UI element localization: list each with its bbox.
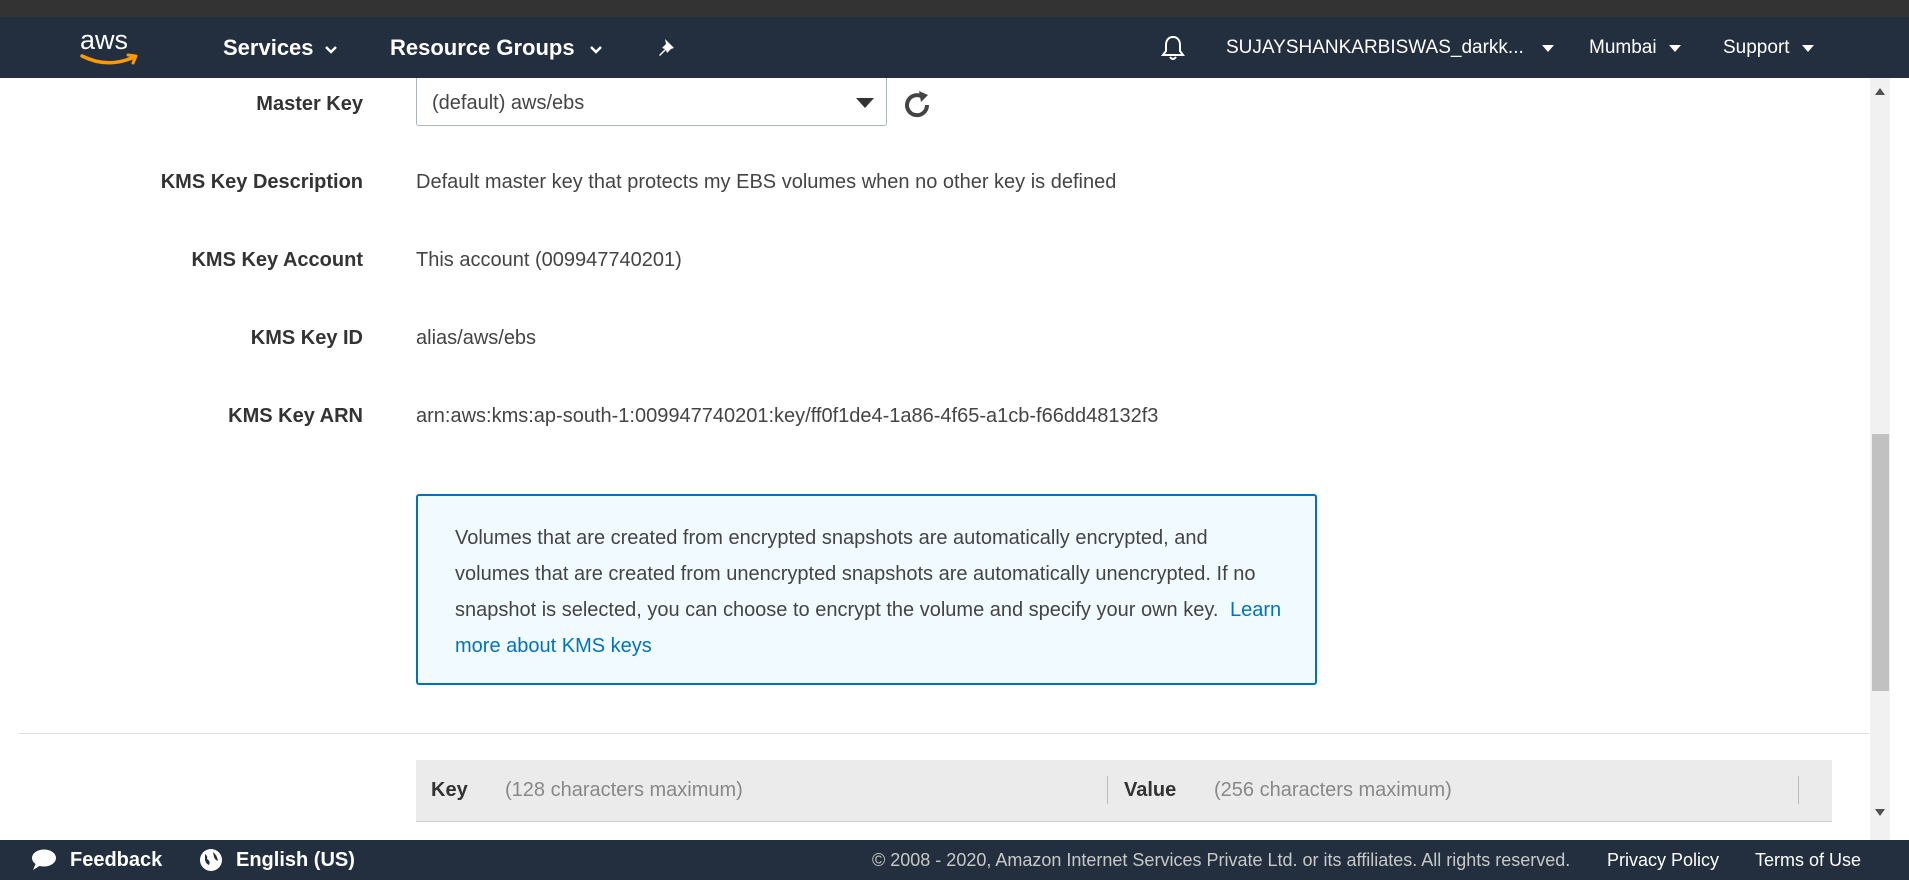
caret-down-icon: [1668, 37, 1681, 59]
kms-id-label: KMS Key ID: [250, 327, 363, 349]
feedback-button[interactable]: Feedback: [30, 840, 162, 880]
vertical-scrollbar[interactable]: [1870, 78, 1890, 840]
kms-account-value: This account (009947740201): [416, 249, 682, 271]
kms-info-box: Volumes that are created from encrypted …: [416, 494, 1317, 685]
aws-logo[interactable]: aws: [78, 25, 144, 71]
resource-groups-menu[interactable]: Resource Groups: [390, 17, 603, 78]
kms-description-label: KMS Key Description: [160, 171, 363, 193]
caret-down-icon: [856, 98, 874, 108]
services-label: Services: [223, 34, 314, 60]
globe-icon: [198, 847, 224, 873]
caret-down-icon: [1801, 37, 1814, 59]
language-label: English (US): [236, 848, 355, 871]
scroll-up-arrow-icon[interactable]: [1875, 88, 1885, 95]
kms-arn-value: arn:aws:kms:ap-south-1:009947740201:key/…: [416, 405, 1159, 427]
region-menu[interactable]: Mumbai: [1589, 17, 1681, 78]
master-key-label: Master Key: [256, 93, 363, 115]
bell-icon[interactable]: [1160, 17, 1186, 78]
caret-down-icon: [1541, 37, 1554, 59]
console-footer: Feedback English (US) © 2008 - 2020, Ama…: [0, 840, 1909, 880]
column-separator: [1107, 776, 1108, 804]
kms-info-message: Volumes that are created from encrypted …: [455, 527, 1256, 621]
kms-description-value: Default master key that protects my EBS …: [416, 171, 1117, 193]
tags-table-header: Key (128 characters maximum) Value (256 …: [416, 760, 1832, 822]
aws-logo-text: aws: [80, 25, 128, 55]
main-content: Master Key (default) aws/ebs KMS Key Des…: [0, 78, 1870, 840]
tag-key-header: Key: [431, 779, 468, 801]
feedback-label: Feedback: [70, 848, 163, 871]
master-key-select[interactable]: (default) aws/ebs: [416, 78, 887, 126]
account-menu[interactable]: SUJAYSHANKARBISWAS_darkk...: [1226, 17, 1554, 78]
services-menu[interactable]: Services: [223, 17, 338, 78]
top-navbar: aws Services Resource Groups SUJAYSHANKA…: [0, 17, 1909, 78]
section-divider: [19, 733, 1869, 734]
kms-id-value: alias/aws/ebs: [416, 327, 537, 349]
privacy-policy-link[interactable]: Privacy Policy: [1607, 840, 1719, 880]
pin-icon[interactable]: [656, 17, 680, 78]
kms-arn-label: KMS Key ARN: [228, 405, 363, 427]
tag-value-header: Value: [1124, 779, 1177, 801]
tag-value-hint: (256 characters maximum): [1214, 779, 1452, 801]
scrollbar-thumb[interactable]: [1872, 434, 1889, 691]
speech-bubble-icon: [30, 848, 58, 872]
refresh-icon[interactable]: [900, 88, 934, 122]
support-menu[interactable]: Support: [1723, 17, 1814, 78]
region-name: Mumbai: [1589, 36, 1657, 58]
language-selector[interactable]: English (US): [198, 840, 355, 880]
kms-account-label: KMS Key Account: [191, 249, 363, 271]
scroll-down-arrow-icon[interactable]: [1875, 809, 1885, 816]
browser-top-strip: [0, 0, 1909, 17]
copyright-text: © 2008 - 2020, Amazon Internet Services …: [872, 849, 1571, 870]
tag-key-hint: (128 characters maximum): [505, 779, 743, 801]
account-name: SUJAYSHANKARBISWAS_darkk...: [1226, 36, 1524, 58]
column-separator: [1798, 776, 1799, 804]
resource-groups-label: Resource Groups: [390, 34, 575, 60]
chevron-down-icon: [324, 35, 338, 61]
kms-info-text: Volumes that are created from encrypted …: [455, 520, 1285, 664]
terms-of-use-link[interactable]: Terms of Use: [1755, 840, 1861, 880]
chevron-down-icon: [589, 35, 603, 61]
master-key-value: (default) aws/ebs: [432, 92, 585, 114]
support-label: Support: [1723, 36, 1790, 58]
